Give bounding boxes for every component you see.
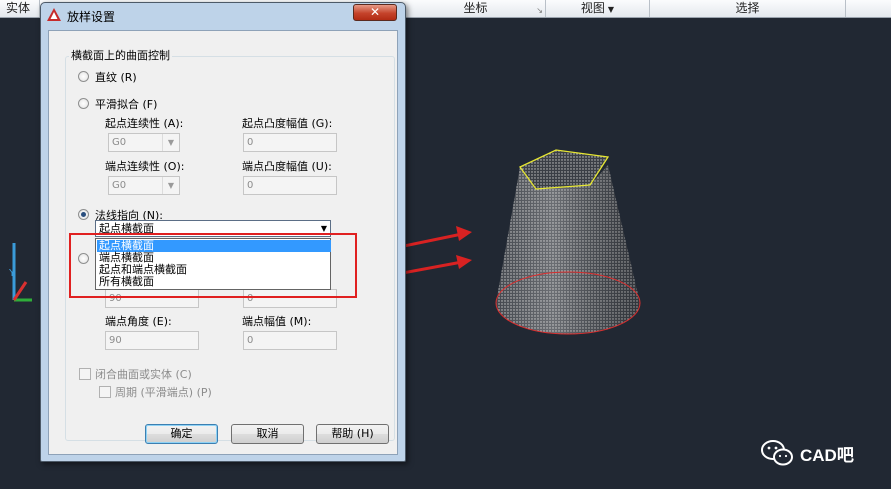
cancel-button[interactable]: 取消 [231, 424, 304, 444]
end-bulge-input[interactable]: 0 [243, 176, 337, 195]
watermark-text: CAD吧 [800, 446, 854, 465]
end-magnitude-label: 端点幅值 (M): [242, 315, 312, 328]
ucs-z-axis [12, 281, 28, 301]
normal-to-radio[interactable] [78, 209, 89, 220]
smooth-fit-label[interactable]: 平滑拟合 (F) [95, 96, 157, 112]
wechat-icon [761, 440, 793, 466]
close-icon: ✕ [369, 5, 381, 19]
dialog-titlebar[interactable]: 放样设置 ✕ [41, 3, 405, 27]
periodic-label[interactable]: 周期 (平滑端点) (P) [115, 384, 212, 400]
start-continuity-label: 起点连续性 (A): [105, 117, 184, 130]
end-angle-input[interactable]: 90 [105, 331, 199, 350]
end-continuity-label: 端点连续性 (O): [105, 160, 185, 173]
close-surface-label[interactable]: 闭合曲面或实体 (C) [95, 366, 192, 382]
dialog-title: 放样设置 [67, 10, 116, 24]
start-bulge-label: 起点凸度幅值 (G): [242, 117, 333, 130]
help-button[interactable]: 帮助 (H) [316, 424, 389, 444]
end-magnitude-input[interactable]: 0 [243, 331, 337, 350]
watermark: CAD吧 [760, 438, 880, 468]
chevron-down-icon: ▼ [162, 177, 179, 194]
highlight-box [69, 233, 357, 298]
end-continuity-value: G0 [112, 180, 127, 191]
autocad-logo-icon [47, 8, 61, 21]
ruled-label[interactable]: 直纹 (R) [95, 69, 137, 85]
end-continuity-select[interactable]: G0 ▼ [108, 176, 180, 195]
close-button[interactable]: ✕ [353, 4, 397, 21]
chevron-down-icon: ▼ [162, 134, 179, 151]
end-bulge-label: 端点凸度幅值 (U): [242, 160, 332, 173]
smooth-fit-radio[interactable] [78, 98, 89, 109]
ruled-radio[interactable] [78, 71, 89, 82]
group-title: 横截面上的曲面控制 [69, 47, 172, 63]
start-continuity-value: G0 [112, 137, 127, 148]
end-angle-label: 端点角度 (E): [105, 315, 172, 328]
close-surface-checkbox[interactable] [79, 368, 91, 380]
start-bulge-input[interactable]: 0 [243, 133, 337, 152]
start-continuity-select[interactable]: G0 ▼ [108, 133, 180, 152]
ucs-y-label: Y [8, 268, 16, 279]
ok-button[interactable]: 确定 [145, 424, 218, 444]
periodic-checkbox[interactable] [99, 386, 111, 398]
